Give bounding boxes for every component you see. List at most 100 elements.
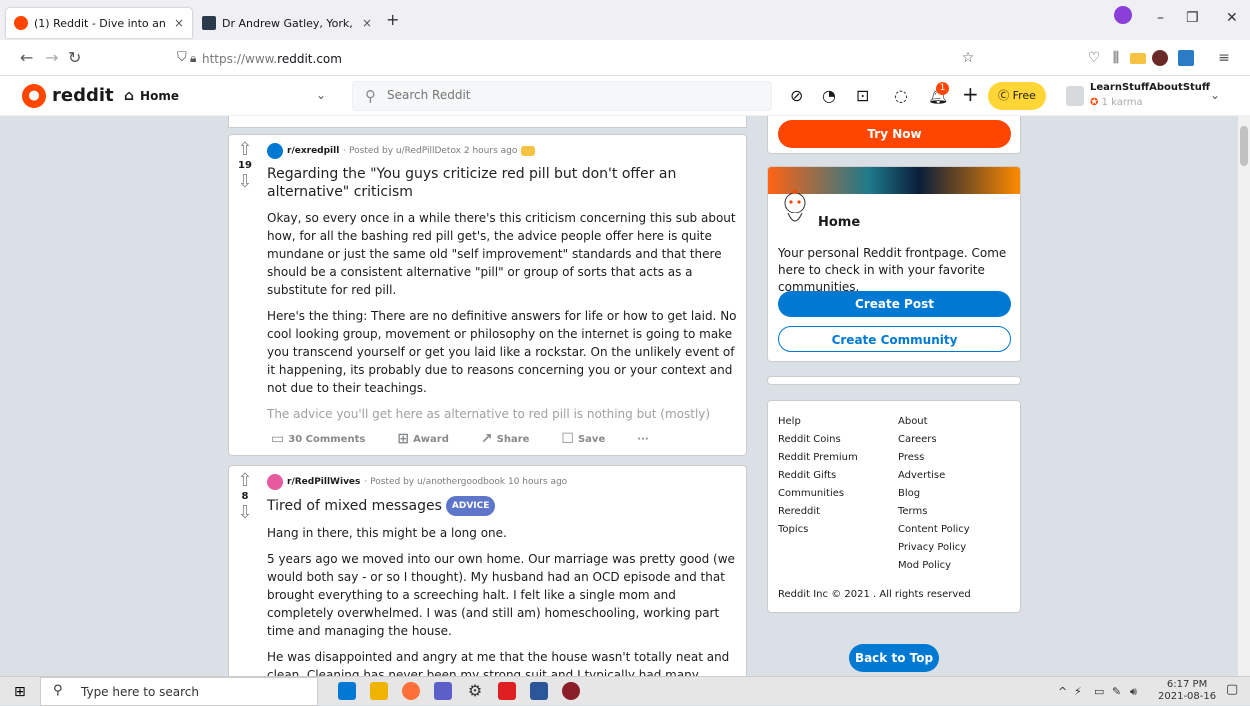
footer-link-rereddit[interactable]: Rereddit xyxy=(778,503,858,521)
close-tab-icon[interactable]: × xyxy=(362,16,372,30)
back-icon[interactable]: ← xyxy=(20,48,33,67)
outlook-icon[interactable] xyxy=(338,682,356,700)
all-icon[interactable]: ◔ xyxy=(822,86,836,105)
post-card[interactable]: ⇧ 19 ⇩ r/exredpill · Posted by u/RedPill… xyxy=(228,134,747,456)
bookmark-icon: ☐ xyxy=(561,431,574,447)
create-post-button[interactable]: Create Post xyxy=(778,291,1011,317)
try-now-button[interactable]: Try Now xyxy=(778,120,1011,148)
save-button[interactable]: ☐ Save xyxy=(561,431,621,447)
page-scrollbar[interactable] xyxy=(1238,116,1250,676)
footer-link-about[interactable]: About xyxy=(898,413,970,431)
chat-icon[interactable]: ◌ xyxy=(894,86,908,105)
acrobat-icon[interactable] xyxy=(498,682,516,700)
firefox-icon[interactable] xyxy=(402,682,420,700)
subreddit-link[interactable]: r/RedPillWives xyxy=(287,477,360,487)
taskbar-search[interactable]: ⚲ Type here to search xyxy=(40,677,318,706)
extension-icon[interactable] xyxy=(1152,50,1168,66)
downvote-icon[interactable]: ⇩ xyxy=(229,173,261,191)
notification-center-icon[interactable]: ▢ xyxy=(1226,682,1238,697)
comments-label: 30 Comments xyxy=(288,433,366,445)
network-icon[interactable]: ⚡︎ xyxy=(1074,685,1082,698)
footer-link-premium[interactable]: Reddit Premium xyxy=(778,449,858,467)
scrollbar-thumb[interactable] xyxy=(1240,126,1248,166)
extension-icon[interactable] xyxy=(1178,50,1194,66)
post-body[interactable]: Okay, so every once in a while there's t… xyxy=(267,209,737,421)
word-icon[interactable] xyxy=(530,682,548,700)
post-body[interactable]: Hang in there, this might be a long one.… xyxy=(267,524,737,680)
footer-link-privacy-policy[interactable]: Privacy Policy xyxy=(898,539,970,557)
reload-icon[interactable]: ↻ xyxy=(68,48,81,67)
footer-link-content-policy[interactable]: Content Policy xyxy=(898,521,970,539)
close-window-icon[interactable]: ✕ xyxy=(1226,10,1238,26)
footer-link-terms[interactable]: Terms xyxy=(898,503,970,521)
volume-icon[interactable]: 🔊︎ xyxy=(1130,685,1137,699)
windows-start-icon[interactable]: ⊞ xyxy=(14,684,26,700)
pen-icon[interactable]: ✎ xyxy=(1112,685,1121,698)
notifications-bell-icon[interactable]: 🔔︎ 1 xyxy=(928,82,949,105)
post-card[interactable]: ⇧ 8 ⇩ r/RedPillWives · Posted by u/anoth… xyxy=(228,465,747,680)
subreddit-icon xyxy=(267,143,283,159)
bookmark-star-icon[interactable]: ☆ xyxy=(960,50,976,66)
windows-taskbar: ⊞ ⚲ Type here to search ⚙ ^ ⚡︎ ▭ ✎ 🔊︎ 6:… xyxy=(0,676,1250,706)
restore-icon[interactable]: ❐ xyxy=(1186,10,1199,26)
forward-icon[interactable]: → xyxy=(45,48,58,67)
close-tab-icon[interactable]: × xyxy=(174,16,184,30)
award-button[interactable]: ⊞ Award xyxy=(397,431,465,447)
free-coins-button[interactable]: Ⓒ Free xyxy=(988,82,1046,110)
footer-link-coins[interactable]: Reddit Coins xyxy=(778,431,858,449)
menu-icon[interactable]: ≡ xyxy=(1216,50,1232,66)
downvote-icon[interactable]: ⇩ xyxy=(229,504,261,522)
post-title[interactable]: Tired of mixed messages ADVICE xyxy=(267,496,737,516)
reddit-logo-text[interactable]: reddit xyxy=(52,85,114,106)
footer-link-blog[interactable]: Blog xyxy=(898,485,970,503)
tab-reddit[interactable]: (1) Reddit - Dive into anything × xyxy=(6,8,192,38)
video-icon[interactable]: ⊡ xyxy=(856,86,869,105)
folder-icon[interactable] xyxy=(1130,53,1146,64)
chevron-down-icon[interactable]: ⌄ xyxy=(1210,88,1220,102)
minimize-icon[interactable]: – xyxy=(1157,10,1164,26)
upvote-icon[interactable]: ⇧ xyxy=(229,141,261,159)
footer-link-careers[interactable]: Careers xyxy=(898,431,970,449)
post-flair[interactable]: ADVICE xyxy=(445,496,496,516)
share-button[interactable]: ↗ Share xyxy=(481,431,546,447)
upvote-icon[interactable]: ⇧ xyxy=(229,472,261,490)
battery-icon[interactable]: ▭ xyxy=(1094,685,1104,698)
popular-icon[interactable]: ⊘ xyxy=(790,86,803,105)
home-feed-selector[interactable]: ⌂ Home xyxy=(124,88,179,104)
chevron-down-icon[interactable]: ⌄ xyxy=(316,88,326,102)
footer-link-press[interactable]: Press xyxy=(898,449,970,467)
system-clock[interactable]: 6:17 PM 2021-08-16 xyxy=(1158,679,1216,703)
create-community-button[interactable]: Create Community xyxy=(778,326,1011,352)
copyright-text: Reddit Inc © 2021 . All rights reserved xyxy=(778,589,971,600)
post-meta: r/RedPillWives · Posted by u/anothergood… xyxy=(267,474,567,490)
lock-icon[interactable]: 🔒︎ xyxy=(190,51,196,66)
back-to-top-button[interactable]: Back to Top xyxy=(849,644,939,672)
footer-link-topics[interactable]: Topics xyxy=(778,521,858,539)
footer-link-communities[interactable]: Communities xyxy=(778,485,858,503)
create-post-plus-icon[interactable]: + xyxy=(962,82,979,106)
reddit-logo-icon[interactable]: ● xyxy=(22,84,46,108)
pocket-icon[interactable]: ♡ xyxy=(1086,50,1102,66)
app-icon[interactable] xyxy=(562,682,580,700)
search-bar[interactable]: ⚲ xyxy=(352,81,772,111)
shield-icon[interactable]: ⛉ xyxy=(177,50,187,65)
url-field[interactable]: https://www.reddit.com xyxy=(202,52,342,66)
footer-link-advertise[interactable]: Advertise xyxy=(898,467,970,485)
tab-gatley[interactable]: Dr Andrew Gatley, York, Englan × xyxy=(194,8,380,38)
footer-link-gifts[interactable]: Reddit Gifts xyxy=(778,467,858,485)
more-options-icon[interactable]: ··· xyxy=(637,434,648,445)
library-icon[interactable]: ⫼ xyxy=(1108,50,1124,66)
subreddit-link[interactable]: r/exredpill xyxy=(287,146,339,156)
footer-link-mod-policy[interactable]: Mod Policy xyxy=(898,557,970,575)
post-title[interactable]: Regarding the "You guys criticize red pi… xyxy=(267,165,737,201)
search-input[interactable] xyxy=(387,88,747,102)
empty-card xyxy=(767,376,1021,385)
comments-button[interactable]: ▭ 30 Comments xyxy=(271,431,381,447)
footer-link-help[interactable]: Help xyxy=(778,413,858,431)
url-prefix: https://www. xyxy=(202,52,278,66)
new-tab-button[interactable]: + xyxy=(386,10,399,29)
settings-gear-icon[interactable]: ⚙ xyxy=(466,682,484,700)
teams-icon[interactable] xyxy=(434,682,452,700)
tray-chevron-up-icon[interactable]: ^ xyxy=(1058,685,1067,698)
file-explorer-icon[interactable] xyxy=(370,682,388,700)
